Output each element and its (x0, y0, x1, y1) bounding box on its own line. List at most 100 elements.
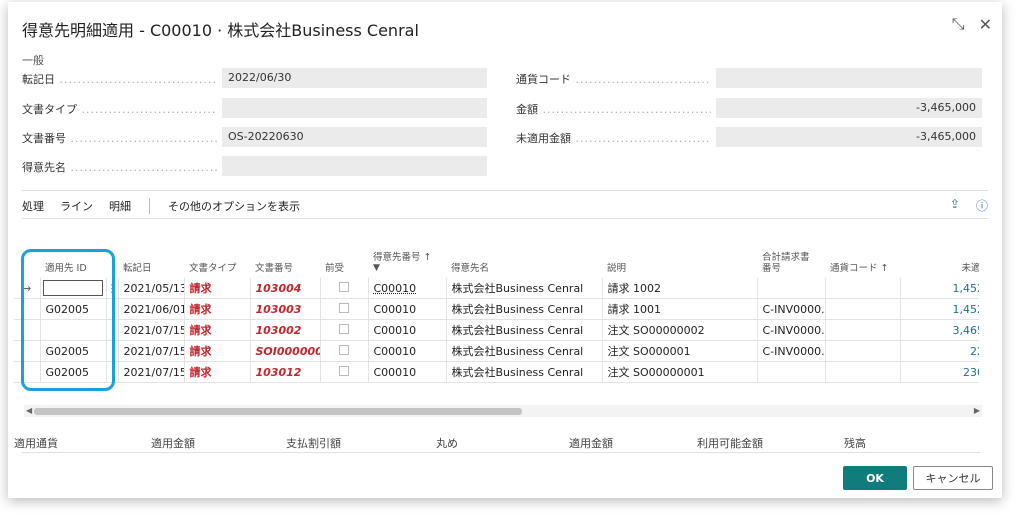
action-more-options[interactable]: その他のオプションを表示 (168, 198, 300, 214)
divider (22, 452, 980, 453)
description-cell: 注文 SO00000002 (602, 319, 758, 341)
header-customer-no[interactable]: 得意先番号 ↑ ▼ (368, 240, 446, 278)
header-prepayment[interactable]: 前受 (320, 240, 368, 278)
info-icon[interactable]: ⓘ (976, 197, 988, 214)
document-no-cell[interactable]: 103004 (250, 278, 321, 299)
apply-currency-label: 適用通貨 (14, 437, 58, 450)
collapse-icon[interactable]: ⤡ (952, 14, 965, 34)
filter-icon[interactable]: ▼ (373, 263, 441, 274)
posting-date-cell: 2021/07/15 (118, 340, 185, 362)
rounding-label: 丸め (436, 437, 458, 450)
header-posting-date[interactable]: 転記日 (118, 240, 184, 278)
currency-value[interactable] (716, 68, 982, 88)
payment-discount-label: 支払割引額 (286, 437, 341, 450)
posting-date-cell: 2021/07/15 (118, 319, 185, 341)
document-type-label: 文書タイプ (22, 101, 217, 117)
share-icon[interactable]: ⇪ (950, 197, 960, 214)
scroll-left-icon[interactable]: ◀ (26, 405, 32, 417)
table-row[interactable]: G02005 2021/07/15 請求 103012 C00010 株式会社B… (14, 361, 979, 383)
description-cell: 請求 1001 (602, 298, 758, 320)
currency-label: 通貨コード (516, 71, 711, 87)
close-icon[interactable]: ✕ (979, 15, 992, 34)
action-detail[interactable]: 明細 (109, 198, 131, 214)
applies-to-id-input[interactable] (42, 280, 103, 296)
scroll-right-icon[interactable]: ▶ (974, 405, 980, 417)
remaining-amount-cell[interactable]: 1,452,000 (900, 298, 979, 320)
posting-date-value[interactable]: 2022/06/30 (222, 68, 487, 88)
scrollbar-thumb[interactable] (34, 408, 522, 415)
header-description[interactable]: 説明 (602, 240, 757, 278)
invoice-no-cell (757, 361, 826, 383)
table-row[interactable]: G02005 2021/07/15 請求 SOI0000002 C00010 株… (14, 340, 979, 362)
customer-name-cell: 株式会社Business Cenral (446, 319, 603, 341)
divider (22, 218, 988, 219)
applies-to-id-cell[interactable] (40, 319, 107, 341)
posting-date-cell: 2021/05/13 (118, 278, 185, 299)
applies-to-id-cell[interactable]: G02005 (40, 340, 107, 362)
header-document-no[interactable]: 文書番号 (250, 240, 320, 278)
invoice-no-cell: C-INV0000... (757, 298, 826, 320)
applies-to-id-cell[interactable] (40, 278, 107, 299)
header-document-type[interactable]: 文書タイプ (184, 240, 250, 278)
prepayment-checkbox[interactable] (339, 323, 349, 334)
row-pointer-icon: → (14, 278, 41, 299)
remaining-amount-cell[interactable]: 230,000 (900, 361, 979, 383)
document-type-cell: 請求 (184, 361, 251, 383)
header-customer-name[interactable]: 得意先名 (446, 240, 602, 278)
document-no-cell[interactable]: SOI0000002 (250, 340, 321, 362)
document-no-field: 文書番号 OS-20220630 (22, 127, 502, 147)
remaining-amount-cell[interactable]: 3,465,000 (900, 319, 979, 341)
invoice-no-cell (757, 278, 826, 299)
prepayment-checkbox[interactable] (339, 365, 349, 376)
customer-name-value[interactable] (222, 156, 487, 176)
customer-name-cell: 株式会社Business Cenral (446, 340, 603, 362)
action-separator (149, 198, 150, 214)
header-remaining[interactable]: 未適用金額 (900, 240, 979, 278)
action-process[interactable]: 処理 (22, 198, 44, 214)
applies-to-id-cell[interactable]: G02005 (40, 298, 107, 320)
prepayment-checkbox[interactable] (339, 281, 349, 292)
amount-value[interactable]: -3,465,000 (716, 98, 982, 118)
remaining-amount-label: 未適用金額 (516, 130, 711, 146)
description-cell: 注文 SO00000001 (602, 361, 758, 383)
document-type-field: 文書タイプ (22, 98, 502, 118)
document-type-cell: 請求 (184, 278, 251, 299)
ok-button[interactable]: OK (843, 466, 907, 490)
divider (22, 190, 988, 191)
remaining-amount-value[interactable]: -3,465,000 (716, 127, 982, 147)
table-row[interactable]: → ⋮ 2021/05/13 請求 103004 C00010 株式会社Busi… (14, 278, 979, 299)
entries-grid: 適用先 ID 転記日 文書タイプ 文書番号 前受 得意先番号 ↑ ▼ 得意先名 … (14, 240, 979, 383)
header-invoice-no-line2: 番号 (762, 263, 782, 274)
customer-no-cell[interactable]: C00010 (368, 361, 447, 383)
header-applies-to-id[interactable]: 適用先 ID (40, 240, 106, 278)
remaining-amount-cell[interactable]: 1,452,000 (900, 278, 979, 299)
customer-no-cell[interactable]: C00010 (368, 298, 447, 320)
document-no-cell[interactable]: 103012 (250, 361, 321, 383)
remaining-amount-cell[interactable]: 22,000 (900, 340, 979, 362)
currency-cell (825, 298, 901, 320)
table-row[interactable]: G02005 2021/06/01 請求 103003 C00010 株式会社B… (14, 298, 979, 320)
header-currency[interactable]: 通貨コード ↑ (825, 240, 900, 278)
amount-label: 金額 (516, 101, 711, 117)
horizontal-scrollbar[interactable]: ◀ ▶ (24, 405, 982, 417)
action-line[interactable]: ライン (60, 198, 93, 214)
document-no-value[interactable]: OS-20220630 (222, 127, 487, 147)
header-invoice-no[interactable]: 合計請求書 番号 (757, 240, 825, 278)
row-menu-icon[interactable]: ⋮ (106, 278, 119, 299)
customer-no-cell[interactable]: C00010 (368, 278, 447, 299)
customer-no-cell[interactable]: C00010 (368, 340, 447, 362)
document-no-cell[interactable]: 103003 (250, 298, 321, 320)
table-row[interactable]: 2021/07/15 請求 103002 C00010 株式会社Business… (14, 319, 979, 341)
applies-to-id-cell[interactable]: G02005 (40, 361, 107, 383)
document-type-value[interactable] (222, 98, 487, 118)
prepayment-checkbox[interactable] (339, 302, 349, 313)
cancel-button[interactable]: キャンセル (913, 466, 993, 490)
customer-no-cell[interactable]: C00010 (368, 319, 447, 341)
applied-amount-label: 適用金額 (569, 437, 613, 450)
currency-cell (825, 361, 901, 383)
document-no-cell[interactable]: 103002 (250, 319, 321, 341)
prepayment-checkbox[interactable] (339, 344, 349, 355)
amount-field: 金額 -3,465,000 (516, 98, 986, 118)
currency-cell (825, 340, 901, 362)
invoice-no-cell: C-INV0000... (757, 319, 826, 341)
